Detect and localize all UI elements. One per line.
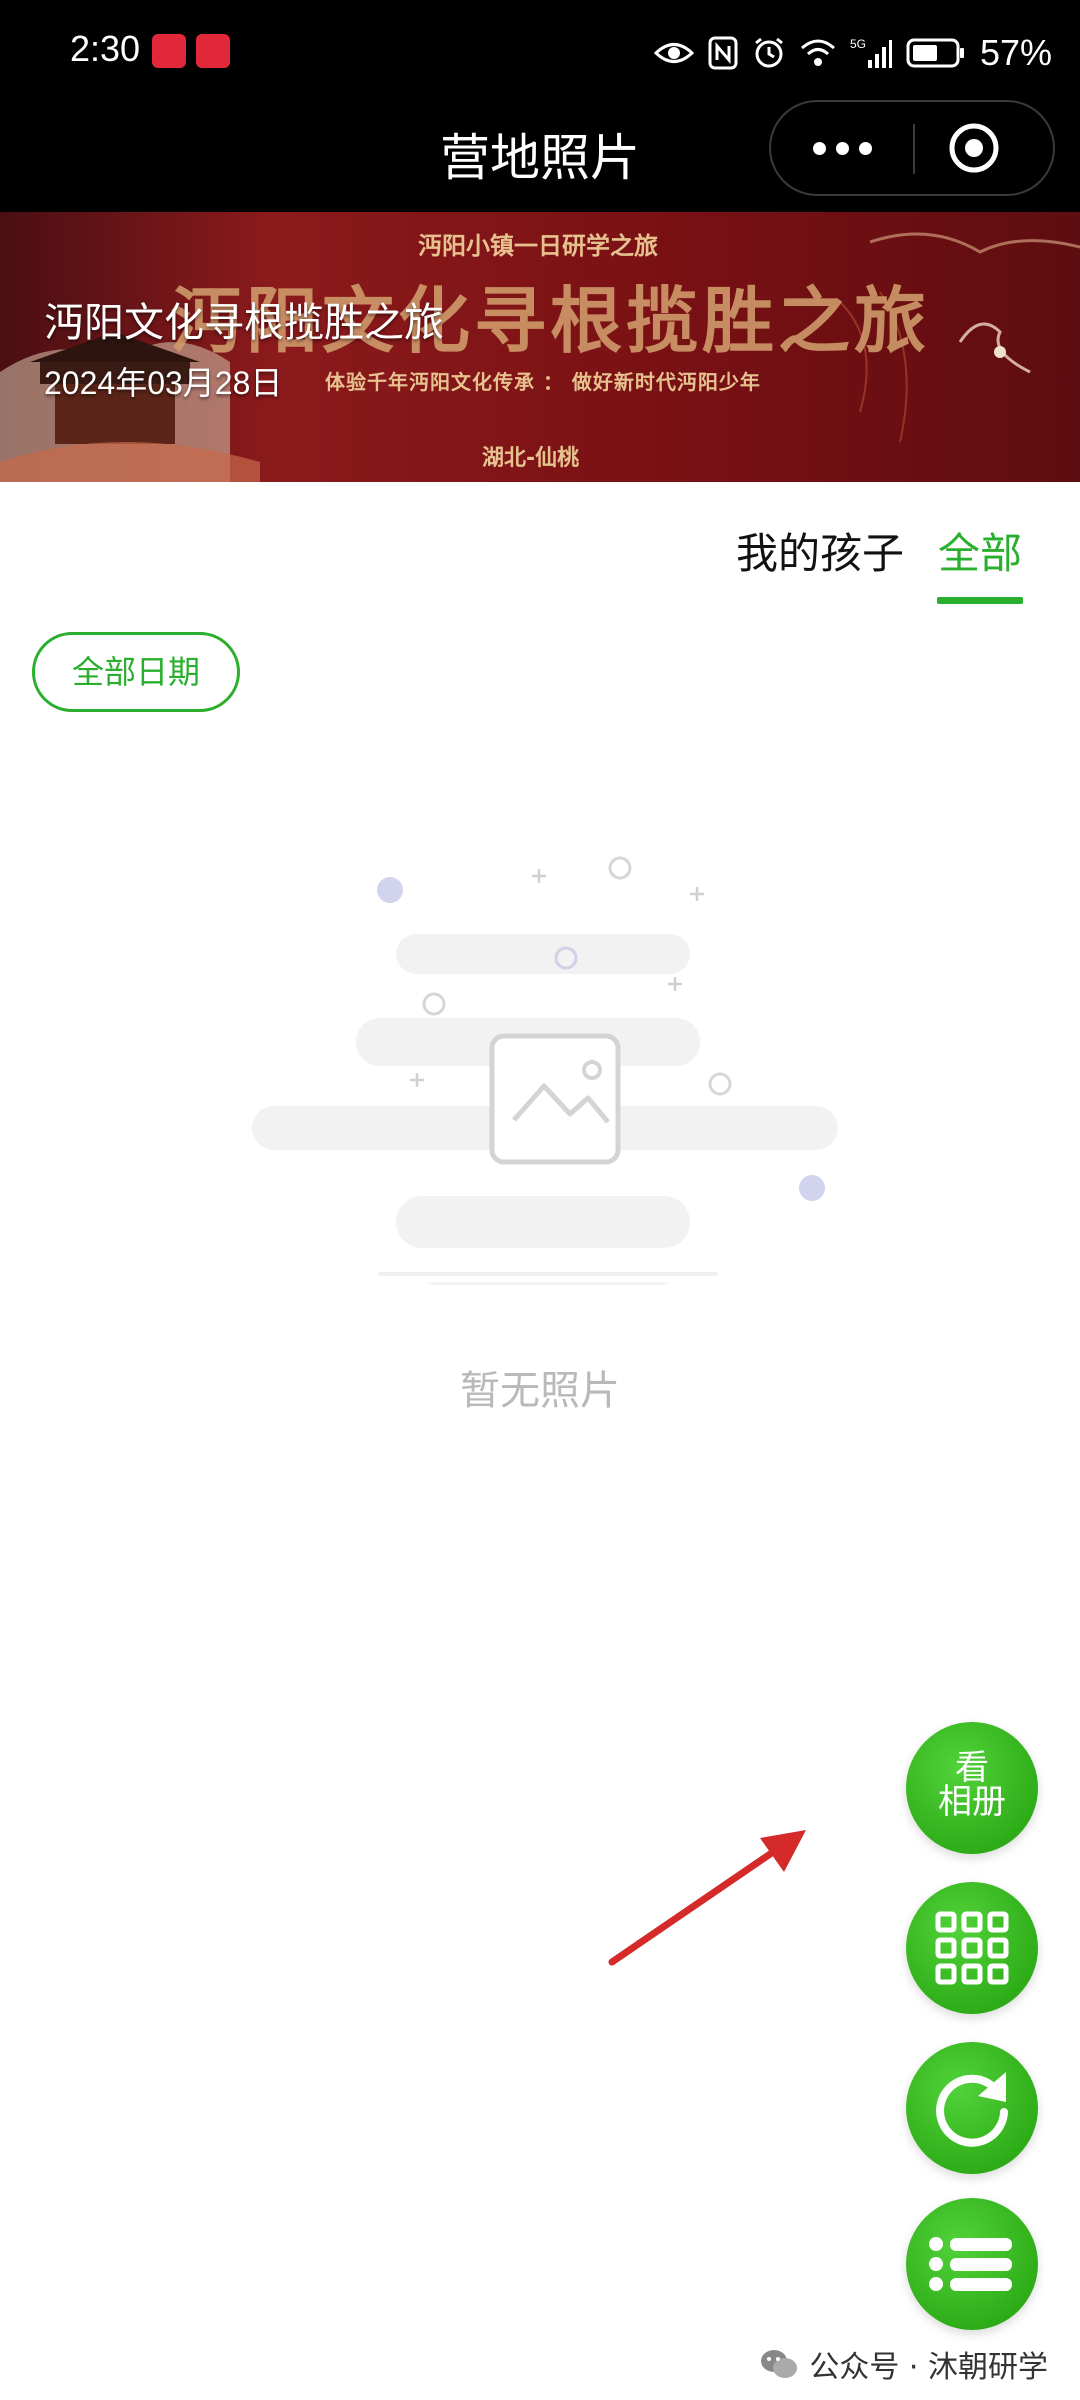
view-album-label-2: 相册: [938, 1782, 1006, 1822]
wifi-icon: [800, 39, 835, 66]
event-title: 沔阳文化寻根揽胜之旅: [44, 300, 444, 346]
active-tab-indicator: [937, 597, 1023, 604]
status-time: 2:30: [70, 28, 141, 69]
tab-all[interactable]: 全部: [938, 520, 1022, 581]
date-filter-button[interactable]: 全部日期: [32, 632, 240, 712]
more-dots-icon[interactable]: [771, 102, 913, 194]
list-menu-icon: [929, 2237, 1012, 2291]
nfc-icon: [708, 36, 738, 70]
navigation-bar: 营地照片: [0, 100, 1080, 212]
empty-state-text: 暂无照片: [460, 1368, 620, 1414]
grid-view-button[interactable]: [906, 1882, 1038, 2014]
refresh-icon: [936, 2072, 1008, 2147]
book-app-icon: [152, 34, 186, 68]
event-banner: 沔阳小镇一日研学之旅 沔阳文化寻根揽胜之旅 体验千年沔阳文化传承 ： 做好新时代…: [0, 212, 1080, 482]
banner-art-top: 沔阳小镇一日研学之旅: [418, 232, 658, 260]
watermark-text: 公众号 · 沐朝研学: [809, 2350, 1048, 2385]
alarm-icon: [755, 37, 783, 68]
status-bar: 2:30 5G 57%: [0, 0, 1080, 100]
tab-my-child[interactable]: 我的孩子: [736, 520, 904, 581]
watermark: 公众号 · 沐朝研学: [759, 2342, 1048, 2386]
view-album-button[interactable]: 看 相册: [906, 1722, 1038, 1854]
capsule-divider: [913, 124, 915, 174]
wechat-icon: [761, 2350, 798, 2378]
battery-icon: [906, 38, 964, 68]
banner-art-location: 湖北-仙桃: [482, 446, 580, 471]
image-placeholder-icon: [252, 856, 838, 1285]
eye-icon: [653, 43, 694, 63]
mini-program-capsule: [769, 100, 1055, 196]
menu-button[interactable]: [906, 2198, 1038, 2330]
banner-art-subtitle: 体验千年沔阳文化传承 ： 做好新时代沔阳少年: [325, 370, 761, 394]
view-album-label-1: 看: [955, 1748, 989, 1788]
event-date: 2024年03月28日: [44, 365, 283, 401]
svg-text:5G: 5G: [850, 37, 866, 51]
target-close-icon[interactable]: [946, 120, 1002, 176]
annotation-arrow: [608, 1830, 806, 1966]
battery-percent: 57%: [979, 32, 1052, 73]
grid-icon: [935, 1911, 1009, 1985]
heart-app-icon: [196, 34, 230, 68]
signal-5g-icon: 5G: [850, 37, 892, 68]
refresh-button[interactable]: [906, 2042, 1038, 2174]
